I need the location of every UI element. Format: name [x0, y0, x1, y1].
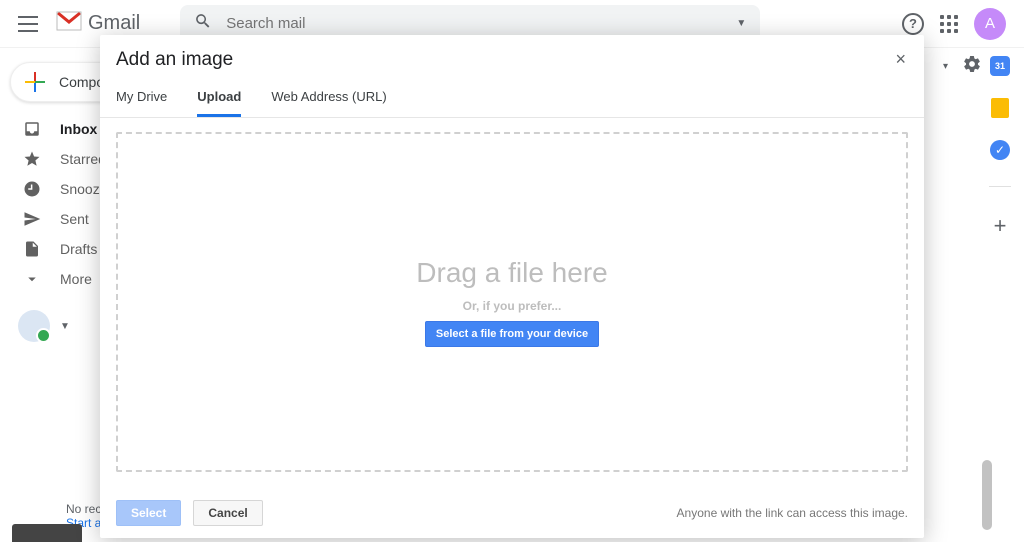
cancel-button[interactable]: Cancel [193, 500, 262, 526]
send-icon [22, 210, 42, 228]
presence-avatar-icon [18, 310, 50, 342]
chevron-down-icon[interactable]: ▾ [943, 61, 948, 72]
search-options-icon[interactable]: ▼ [736, 18, 746, 29]
tab-upload[interactable]: Upload [197, 81, 241, 117]
logo-text: Gmail [88, 12, 140, 35]
inbox-icon [22, 120, 42, 138]
add-image-dialog: Add an image × My Drive Upload Web Addre… [100, 35, 924, 538]
chevron-down-icon [22, 270, 42, 288]
footer-note-text: Anyone with the link can access this ima… [677, 506, 908, 520]
dialog-tabs: My Drive Upload Web Address (URL) [100, 81, 924, 118]
dialog-footer: Select Cancel Anyone with the link can a… [100, 488, 924, 538]
plus-icon [25, 72, 45, 92]
close-icon[interactable]: × [895, 49, 906, 70]
sidebar-item-label: More [60, 271, 92, 287]
or-separator-text: Or, if you prefer... [463, 299, 562, 313]
select-file-button[interactable]: Select a file from your device [425, 321, 599, 347]
search-icon [194, 12, 212, 35]
tasks-icon[interactable]: ✓ [990, 140, 1010, 160]
tab-my-drive[interactable]: My Drive [116, 81, 167, 117]
dialog-title: Add an image [100, 35, 924, 81]
search-input[interactable] [226, 15, 736, 32]
calendar-icon[interactable]: 31 [990, 56, 1010, 76]
mail-toolbar: ▾ [943, 54, 982, 79]
sidebar-item-label: Sent [60, 211, 89, 227]
keep-icon[interactable] [991, 98, 1009, 118]
tab-web-url[interactable]: Web Address (URL) [271, 81, 386, 117]
help-icon[interactable]: ? [902, 13, 924, 35]
upload-body: Drag a file here Or, if you prefer... Se… [100, 118, 924, 488]
bottom-bar [12, 524, 82, 542]
sidebar-item-label: Drafts [60, 241, 97, 257]
scrollbar-thumb[interactable] [982, 460, 992, 530]
document-icon [22, 240, 42, 258]
drag-instruction-text: Drag a file here [416, 257, 607, 289]
clock-icon [22, 180, 42, 198]
chevron-down-icon[interactable]: ▼ [60, 321, 70, 332]
add-addon-icon[interactable]: + [994, 213, 1007, 239]
hamburger-menu-icon[interactable] [18, 16, 38, 32]
gear-icon[interactable] [962, 54, 982, 79]
side-panel: 31 ✓ + [980, 52, 1020, 239]
select-button[interactable]: Select [116, 500, 181, 526]
gmail-logo[interactable]: Gmail [56, 11, 140, 37]
file-drop-zone[interactable]: Drag a file here Or, if you prefer... Se… [116, 132, 908, 472]
gmail-envelope-icon [56, 11, 82, 37]
side-panel-divider [989, 186, 1011, 187]
google-apps-icon[interactable] [940, 15, 958, 33]
sidebar-item-label: Inbox [60, 121, 97, 137]
star-icon [22, 150, 42, 168]
account-avatar[interactable]: A [974, 8, 1006, 40]
